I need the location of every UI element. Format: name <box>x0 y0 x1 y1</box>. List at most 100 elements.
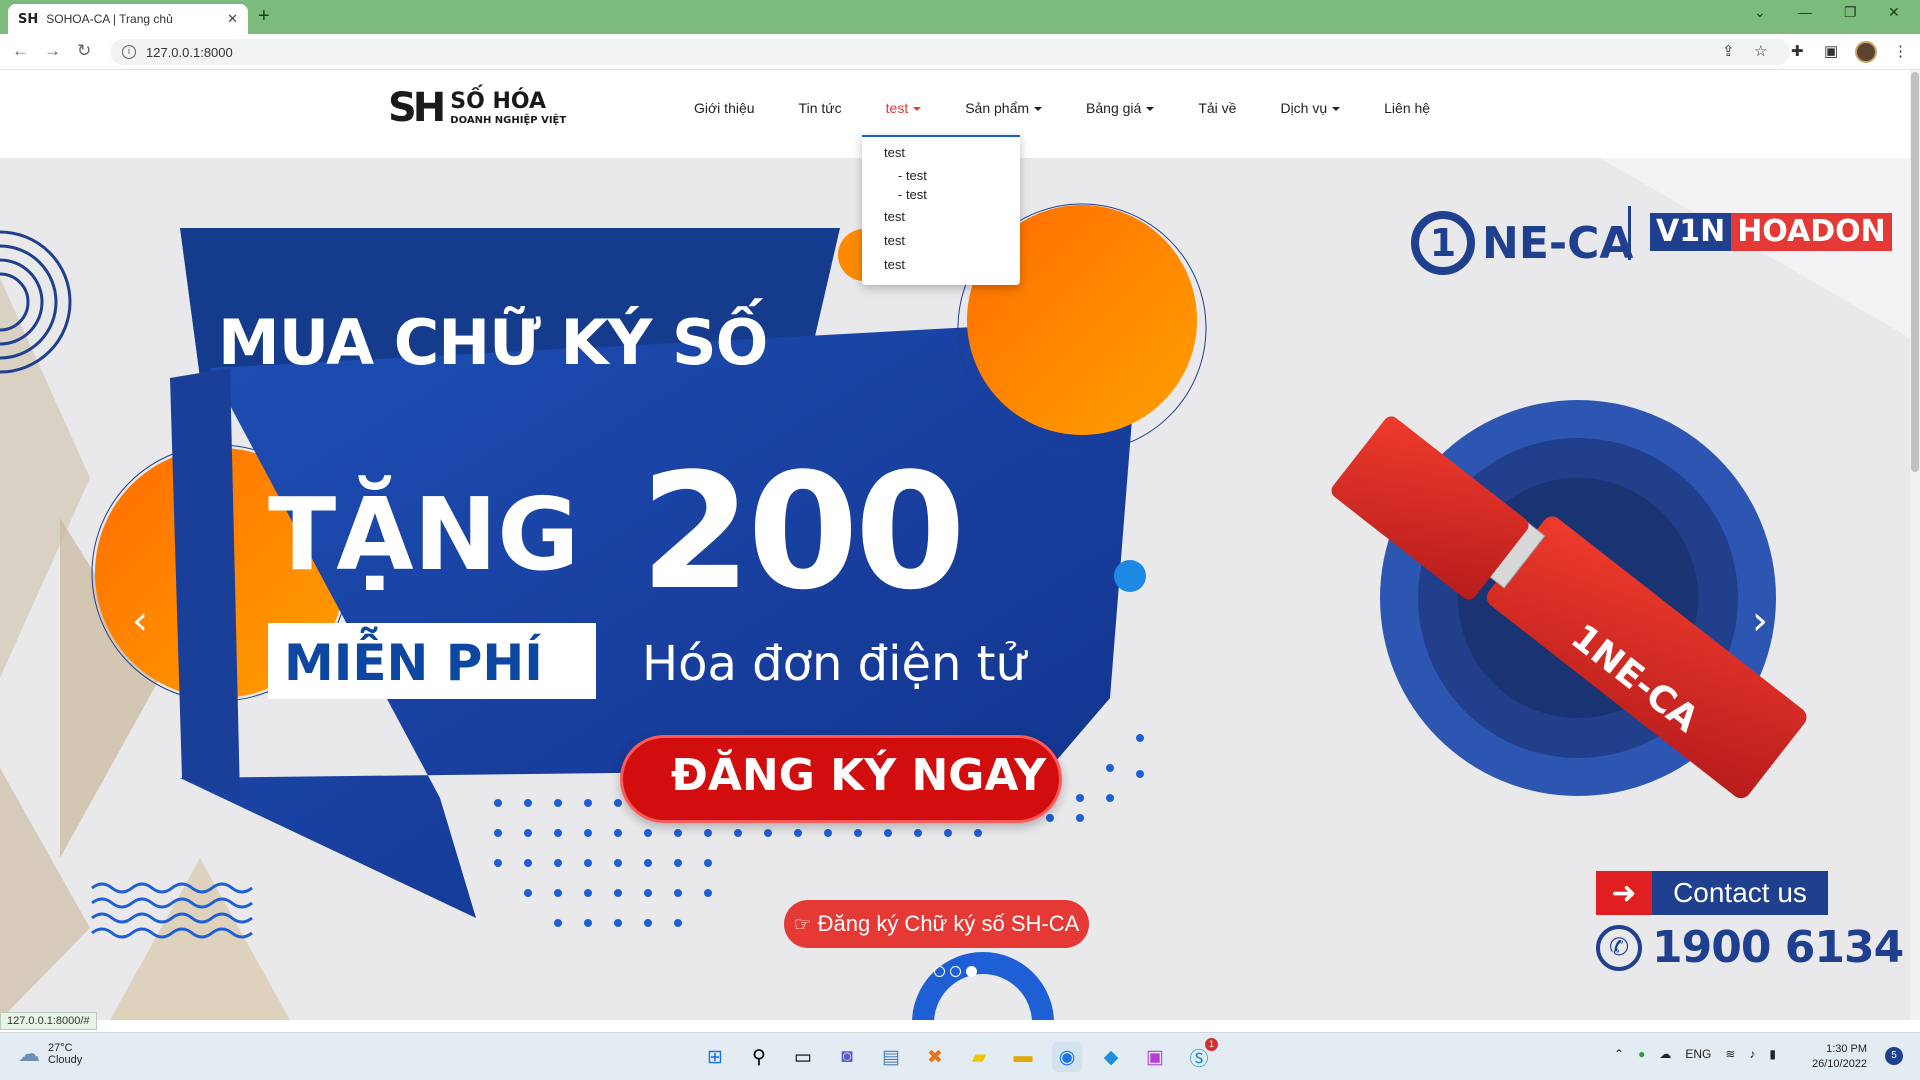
panel-edge <box>170 368 240 798</box>
minimize-icon[interactable]: — <box>1798 4 1812 20</box>
register-sh-ca-label: Đăng ký Chữ ký số SH-CA <box>817 911 1080 936</box>
caret-down-icon <box>1034 107 1043 112</box>
cloud-icon: ☁ <box>18 1041 40 1066</box>
dropdown-subitem[interactable]: - test <box>898 168 927 183</box>
one-ca-logo: 1 NE-CA <box>1408 208 1634 278</box>
windows-start-icon[interactable]: ⊞ <box>700 1042 730 1072</box>
caret-down-icon <box>1146 107 1155 112</box>
close-window-icon[interactable]: ✕ <box>1888 4 1900 21</box>
windows-taskbar: ☁ 27°C Cloudy ⊞ ⚲ ▭ ◙ ▤ ✖ ▰ ▬ ◉ ◆ ▣ Ⓢ 1 ⌃… <box>0 1032 1920 1080</box>
skype-badge: 1 <box>1205 1038 1218 1051</box>
vinhoadon-logo: V1N HOADON <box>1650 213 1892 251</box>
carousel-prev-icon[interactable]: ‹ <box>132 598 148 644</box>
browser-toolbar: ← → ↻ i 127.0.0.1:8000 ⇪ ☆ ✚ ▣ ⋮ <box>0 34 1920 70</box>
browser-tab-bar: SH SOHOA-CA | Trang chủ ✕ + ⌄ — ❐ ✕ <box>0 0 1920 34</box>
free-label: MIỄN PHÍ <box>284 634 543 692</box>
phpstorm-icon[interactable]: ▣ <box>1140 1042 1170 1072</box>
dropdown-item[interactable]: test <box>884 209 905 224</box>
nav-dich-vu[interactable]: Dịch vụ <box>1280 100 1341 116</box>
main-nav: Giới thiệu Tin tức test Sản phẩm Bảng gi… <box>672 100 1452 116</box>
headline-gift: TẶNG <box>268 476 580 593</box>
file-explorer-icon[interactable]: ▬ <box>1008 1042 1038 1072</box>
clock-date: 26/10/2022 <box>1812 1058 1868 1070</box>
carousel-indicator[interactable] <box>950 966 961 977</box>
dropdown-item[interactable]: test <box>884 257 905 272</box>
volume-icon[interactable]: ♪ <box>1749 1047 1755 1061</box>
tab-search-icon[interactable]: ⌄ <box>1754 4 1766 21</box>
contact-us-label: Contact us <box>1652 871 1828 915</box>
taskbar-clock[interactable]: 1:30 PM 26/10/2022 <box>1812 1042 1867 1072</box>
carousel-indicator-active[interactable] <box>966 966 977 977</box>
hero-banner: MUA CHỮ KÝ SỐ TẶNG 200 MIỄN PHÍ Hóa đơn … <box>0 158 1910 1020</box>
tray-app-icon[interactable]: ● <box>1638 1047 1645 1061</box>
weather-condition: Cloudy <box>48 1054 83 1066</box>
register-now-label[interactable]: ĐĂNG KÝ NGAY <box>671 750 1046 801</box>
hand-pointer-icon: ☞ <box>793 913 812 936</box>
caret-down-icon <box>1332 107 1341 112</box>
task-view-icon[interactable]: ▭ <box>788 1042 818 1072</box>
wifi-icon[interactable]: ≋ <box>1725 1047 1735 1061</box>
nav-bang-gia[interactable]: Bảng giá <box>1086 100 1155 116</box>
address-bar[interactable]: i 127.0.0.1:8000 <box>110 39 1790 65</box>
carousel-next-icon[interactable]: › <box>1752 598 1768 644</box>
forward-icon[interactable]: → <box>44 41 61 61</box>
scrollbar-thumb[interactable] <box>1911 72 1919 472</box>
language-indicator[interactable]: ENG <box>1685 1047 1711 1061</box>
back-icon[interactable]: ← <box>12 41 29 61</box>
system-tray: ⌃ ● ☁ ENG ≋ ♪ ▮ <box>1614 1047 1790 1061</box>
dropdown-item[interactable]: test <box>884 233 905 248</box>
skype-icon[interactable]: Ⓢ 1 <box>1184 1038 1218 1072</box>
nav-lien-he[interactable]: Liên hệ <box>1384 100 1430 116</box>
tray-overflow-icon[interactable]: ⌃ <box>1614 1047 1624 1061</box>
photos-icon[interactable]: ▤ <box>876 1042 906 1072</box>
site-info-icon[interactable]: i <box>122 45 136 59</box>
hotline-number: 1900 6134 <box>1652 922 1904 973</box>
nav-tai-ve[interactable]: Tải về <box>1198 100 1236 116</box>
side-panel-icon[interactable]: ▣ <box>1824 42 1838 60</box>
nav-test[interactable]: test <box>886 100 922 116</box>
logo-mark: SH <box>388 85 446 131</box>
chrome-icon[interactable]: ◉ <box>1052 1042 1082 1072</box>
profile-avatar[interactable] <box>1855 41 1877 63</box>
taskbar-apps: ⊞ ⚲ ▭ ◙ ▤ ✖ ▰ ▬ ◉ ◆ ▣ Ⓢ 1 <box>700 1038 1228 1072</box>
page-scrollbar[interactable] <box>1910 70 1920 1020</box>
logo-subtitle: DOANH NGHIỆP VIỆT <box>450 114 567 126</box>
restore-icon[interactable]: ❐ <box>1844 4 1857 21</box>
brand-divider <box>1628 206 1631 260</box>
menu-icon[interactable]: ⋮ <box>1893 42 1908 60</box>
register-sh-ca-button[interactable]: ☞ Đăng ký Chữ ký số SH-CA <box>784 900 1089 948</box>
notification-badge[interactable]: 5 <box>1885 1047 1903 1065</box>
xampp-icon[interactable]: ✖ <box>920 1042 950 1072</box>
vin-text: V1N <box>1650 213 1732 251</box>
bg-diamond <box>110 858 290 1020</box>
dropdown-item[interactable]: test <box>884 145 905 160</box>
search-icon[interactable]: ⚲ <box>744 1042 774 1072</box>
invoice-label: Hóa đơn điện tử <box>642 636 1026 692</box>
nav-tin-tuc[interactable]: Tin tức <box>799 100 842 116</box>
weather-widget[interactable]: ☁ 27°C Cloudy <box>18 1041 82 1067</box>
new-tab-button[interactable]: + <box>258 5 270 28</box>
dropdown-subitem[interactable]: - test <box>898 187 927 202</box>
one-ca-text: NE-CA <box>1482 217 1634 269</box>
site-logo[interactable]: SH SỐ HÓA DOANH NGHIỆP VIỆT <box>388 88 566 128</box>
reload-icon[interactable]: ↻ <box>77 41 91 61</box>
sticky-notes-icon[interactable]: ▰ <box>964 1042 994 1072</box>
caret-down-icon <box>913 107 922 112</box>
nav-gioi-thieu[interactable]: Giới thiệu <box>694 100 755 116</box>
onedrive-icon[interactable]: ☁ <box>1659 1047 1671 1061</box>
docker-icon[interactable]: ◆ <box>1096 1042 1126 1072</box>
tab-close-icon[interactable]: ✕ <box>227 11 238 27</box>
hoadon-text: HOADON <box>1731 213 1892 251</box>
teams-chat-icon[interactable]: ◙ <box>832 1042 862 1072</box>
tab-title: SOHOA-CA | Trang chủ <box>46 12 173 26</box>
share-icon[interactable]: ⇪ <box>1722 42 1735 60</box>
bookmark-star-icon[interactable]: ☆ <box>1754 42 1767 60</box>
carousel-indicator[interactable] <box>934 966 945 977</box>
browser-tab[interactable]: SH SOHOA-CA | Trang chủ ✕ <box>8 4 248 34</box>
web-page: SH SỐ HÓA DOANH NGHIỆP VIỆT Giới thiệu T… <box>0 70 1920 1020</box>
link-status-url: 127.0.0.1:8000/# <box>0 1012 97 1030</box>
test-dropdown-menu: test - test - test test test test <box>862 135 1020 285</box>
battery-icon[interactable]: ▮ <box>1769 1047 1776 1061</box>
extensions-icon[interactable]: ✚ <box>1791 42 1804 60</box>
nav-san-pham[interactable]: Sản phẩm <box>965 100 1043 116</box>
